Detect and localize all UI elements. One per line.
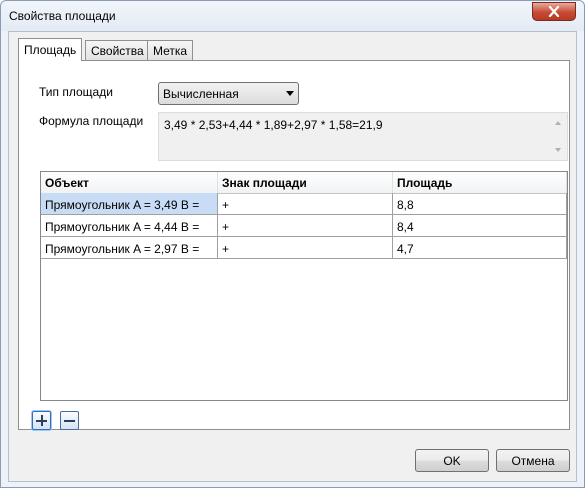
window-title: Свойства площади xyxy=(9,9,116,23)
area-formula-field[interactable]: 3,49 * 2,53+4,44 * 1,89+2,97 * 1,58=21,9 xyxy=(158,112,568,161)
area-formula-value: 3,49 * 2,53+4,44 * 1,89+2,97 * 1,58=21,9 xyxy=(164,118,383,132)
table-cell-area[interactable]: 8,4 xyxy=(393,215,567,237)
area-type-label: Тип площади xyxy=(39,85,113,99)
table-cell-area[interactable]: 8,8 xyxy=(393,193,567,215)
column-header-sign[interactable]: Знак площади xyxy=(218,172,393,194)
area-type-value: Вычисленная xyxy=(163,87,239,101)
table-cell-area[interactable]: 4,7 xyxy=(393,237,567,259)
table-cell-object[interactable]: Прямоугольник A = 4,44 B = xyxy=(41,215,218,237)
dialog-client-area: Площадь Свойства Метка Тип площади Вычис… xyxy=(8,31,577,482)
tab-panel-area: Тип площади Вычисленная Формула площади … xyxy=(18,60,570,430)
close-icon xyxy=(548,6,560,17)
ok-button[interactable]: OK xyxy=(415,449,489,472)
scroll-down-icon[interactable] xyxy=(555,148,561,152)
table-cell-object[interactable]: Прямоугольник A = 2,97 B = xyxy=(41,237,218,259)
close-button[interactable] xyxy=(532,2,576,21)
column-header-object[interactable]: Объект xyxy=(41,172,218,194)
dialog-window: Свойства площади Площадь Свойства Метка … xyxy=(0,0,585,488)
area-formula-label: Формула площади xyxy=(39,114,144,128)
tab-area[interactable]: Площадь xyxy=(18,38,83,61)
table-row[interactable]: Прямоугольник A = 2,97 B = + 4,7 xyxy=(41,237,567,259)
title-bar[interactable]: Свойства площади xyxy=(1,1,584,31)
table-row[interactable]: Прямоугольник A = 3,49 B = + 8,8 xyxy=(41,193,567,215)
minus-icon xyxy=(64,420,75,422)
cancel-button[interactable]: Отмена xyxy=(496,449,570,472)
table-cell-sign[interactable]: + xyxy=(218,215,393,237)
formula-scrollbar[interactable] xyxy=(550,113,567,160)
column-header-area[interactable]: Площадь xyxy=(393,172,567,194)
area-type-select[interactable]: Вычисленная xyxy=(158,82,299,105)
table-cell-sign[interactable]: + xyxy=(218,237,393,259)
tab-properties[interactable]: Свойства xyxy=(85,40,150,60)
table-cell-sign[interactable]: + xyxy=(218,193,393,215)
table-header-row: Объект Знак площади Площадь xyxy=(41,172,567,194)
tab-label[interactable]: Метка xyxy=(147,40,194,60)
scroll-up-icon[interactable] xyxy=(555,121,561,125)
chevron-down-icon xyxy=(286,91,294,96)
objects-table[interactable]: Объект Знак площади Площадь Прямоугольни… xyxy=(40,171,568,401)
remove-row-button[interactable] xyxy=(60,411,79,430)
add-row-button[interactable] xyxy=(32,411,51,430)
table-row[interactable]: Прямоугольник A = 4,44 B = + 8,4 xyxy=(41,215,567,237)
table-cell-object[interactable]: Прямоугольник A = 3,49 B = xyxy=(41,193,218,215)
